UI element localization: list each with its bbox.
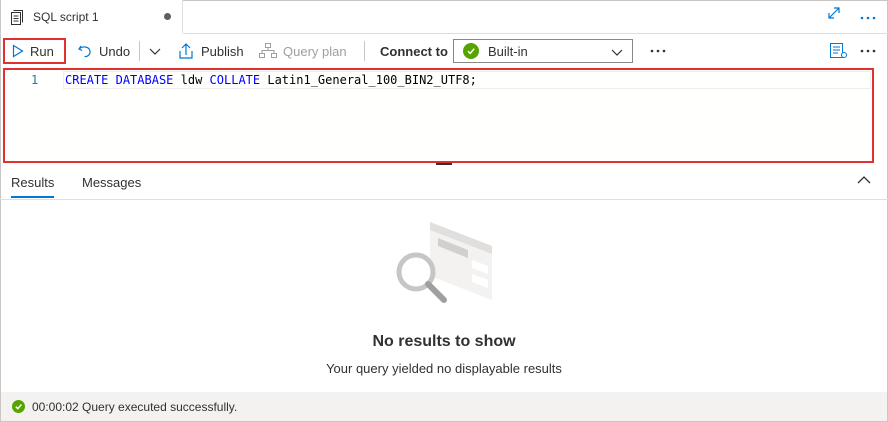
empty-state: No results to show Your query yielded no…: [0, 200, 888, 392]
chevron-down-icon: [611, 49, 623, 56]
tab-title: SQL script 1: [33, 10, 99, 24]
status-bar: 00:00:02 Query executed successfully.: [1, 392, 887, 421]
undo-icon: [78, 45, 91, 58]
query-plan-icon: [259, 43, 277, 58]
connect-to-label: Connect to: [380, 43, 448, 59]
empty-results-illustration: [396, 222, 492, 303]
properties-icon[interactable]: [830, 39, 854, 63]
code-line[interactable]: CREATE DATABASE ldw COLLATE Latin1_Gener…: [65, 73, 477, 87]
undo-label: Undo: [99, 43, 131, 59]
keyword: COLLATE: [209, 73, 261, 87]
toolbar-separator: [364, 41, 365, 61]
keyword: CREATE: [65, 73, 109, 87]
publish-icon: [179, 43, 193, 59]
empty-subtitle: Your query yielded no displayable result…: [326, 361, 562, 376]
publish-button[interactable]: Publish: [177, 39, 244, 63]
more-icon[interactable]: [650, 39, 666, 63]
query-plan-button[interactable]: Query plan: [259, 39, 347, 63]
tab-actions: [824, 6, 878, 26]
play-icon: [12, 44, 24, 58]
undo-button[interactable]: Undo: [77, 39, 130, 63]
keyword: DATABASE: [115, 73, 174, 87]
sql-editor[interactable]: 1 CREATE DATABASE ldw COLLATE Latin1_Gen…: [3, 68, 874, 163]
line-number: 1: [31, 73, 39, 87]
expand-icon[interactable]: [824, 6, 844, 26]
unsaved-dot-icon: [164, 13, 171, 20]
check-circle-icon: [12, 400, 25, 413]
check-circle-icon: [463, 43, 479, 59]
chevron-down-icon: [149, 48, 161, 55]
toolbar: Run Undo Publish Query plan Connect to B…: [0, 34, 888, 68]
tab-sql-script[interactable]: SQL script 1: [1, 0, 183, 34]
run-label: Run: [30, 43, 54, 59]
connection-value: Built-in: [488, 43, 528, 59]
pane-splitter[interactable]: [436, 163, 452, 165]
tab-strip: SQL script 1: [0, 0, 888, 34]
database-name: ldw: [180, 73, 203, 87]
undo-dropdown[interactable]: [148, 39, 168, 63]
empty-title: No results to show: [372, 333, 516, 350]
connection-select[interactable]: Built-in: [453, 39, 633, 63]
status-message: 00:00:02 Query executed successfully.: [32, 399, 238, 414]
collation-name: Latin1_General_100_BIN2_UTF8;: [267, 73, 477, 87]
more-icon[interactable]: [860, 39, 876, 63]
run-button[interactable]: Run: [3, 38, 66, 64]
tab-results[interactable]: Results: [11, 175, 55, 198]
more-icon[interactable]: [858, 6, 878, 26]
publish-label: Publish: [201, 43, 244, 59]
document-icon: [11, 10, 23, 25]
tab-messages[interactable]: Messages: [82, 175, 141, 190]
query-plan-label: Query plan: [283, 43, 347, 59]
chevron-up-icon[interactable]: [856, 174, 872, 189]
toolbar-separator: [139, 41, 140, 61]
results-tabs: Results Messages: [0, 168, 888, 200]
